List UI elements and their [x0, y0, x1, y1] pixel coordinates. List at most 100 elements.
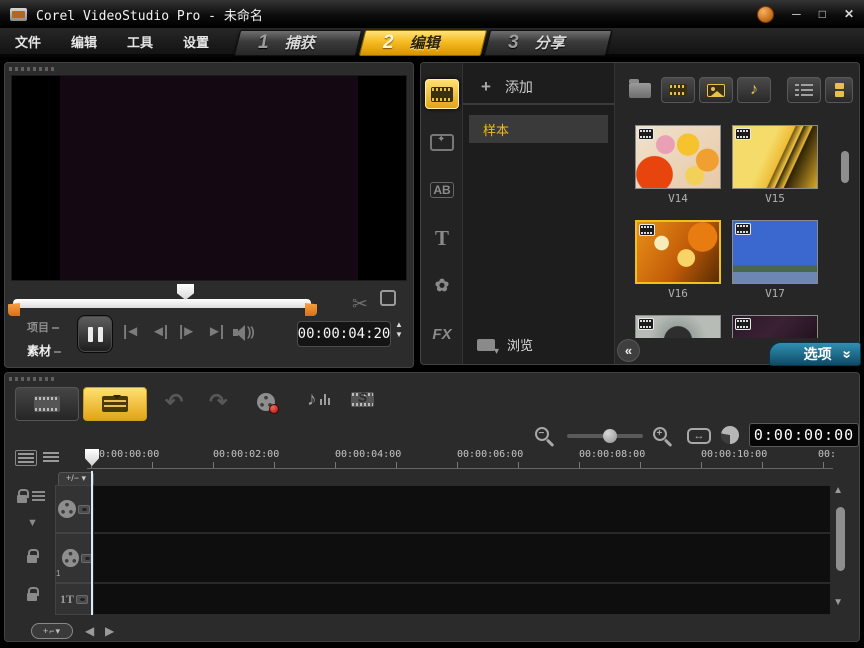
- title-lock-icon[interactable]: [27, 587, 37, 601]
- trim-bar[interactable]: [13, 299, 311, 308]
- timecode-spinner[interactable]: ▲ ▼: [395, 321, 403, 339]
- menu-settings[interactable]: 设置: [168, 27, 224, 56]
- ruler-tick-label: 00:00:02:00: [213, 449, 279, 460]
- corel-ball-icon[interactable]: [757, 6, 774, 23]
- clip-thumbnail-partial[interactable]: [732, 315, 818, 338]
- import-folder-icon[interactable]: [629, 83, 651, 98]
- end-button[interactable]: ►|: [207, 323, 222, 340]
- timeline-view-button[interactable]: [83, 387, 147, 421]
- scrubber-handle[interactable]: [177, 284, 194, 300]
- video-track-header[interactable]: [55, 485, 93, 533]
- record-capture-button[interactable]: [257, 393, 275, 411]
- ride-lock-group[interactable]: [17, 489, 45, 503]
- auto-music-button[interactable]: S: [351, 392, 374, 407]
- storyboard-view-button[interactable]: [15, 387, 79, 421]
- undo-button[interactable]: ↶: [165, 389, 183, 415]
- record-dot-icon: [269, 404, 279, 414]
- home-button[interactable]: |◄: [123, 323, 138, 340]
- track-list-icon[interactable]: [43, 450, 59, 464]
- timeline-ruler[interactable]: 00:00:00:00 00:00:02:00 00:00:04:00 00:0…: [5, 447, 859, 471]
- panel-grip: [9, 377, 57, 381]
- tab-titles[interactable]: T: [425, 223, 459, 253]
- overlay-lock-icon[interactable]: [27, 549, 37, 563]
- track-visibility-icon[interactable]: [76, 595, 88, 604]
- menu-tools[interactable]: 工具: [112, 27, 168, 56]
- timeline-zoom-slider[interactable]: [567, 434, 643, 438]
- tab-capture[interactable]: 1捕获: [234, 30, 362, 56]
- timeline-timecode[interactable]: 0:00:00:00: [749, 423, 859, 447]
- menu-edit[interactable]: 编辑: [56, 27, 112, 56]
- volume-icon[interactable]: )): [233, 324, 259, 341]
- browse-button[interactable]: 浏览: [477, 335, 533, 354]
- overlay-track-header[interactable]: 1: [55, 533, 93, 583]
- spin-down-icon[interactable]: ▼: [395, 331, 403, 339]
- tab-media-library[interactable]: [425, 79, 459, 109]
- tab-instant-project[interactable]: [425, 127, 459, 157]
- gutter-collapse-icon[interactable]: ▼: [27, 517, 38, 529]
- minimize-button[interactable]: ─: [792, 8, 801, 20]
- clip-thumbnail-v17[interactable]: [732, 220, 818, 284]
- options-button[interactable]: 选项 «: [769, 342, 861, 366]
- tab-edit[interactable]: 2编辑: [359, 30, 487, 56]
- tab-transitions[interactable]: AB: [425, 175, 459, 205]
- prev-frame-button[interactable]: ◄|: [151, 323, 166, 340]
- fit-timeline-button[interactable]: ↔: [687, 428, 711, 444]
- preview-panel: ✂ 项目 素材 |◄ ◄| |► ►| )) 00:00:04:20 ▲ ▼: [4, 62, 414, 368]
- menu-file[interactable]: 文件: [0, 27, 56, 56]
- add-folder-button[interactable]: + 添加: [463, 71, 614, 105]
- spin-up-icon[interactable]: ▲: [395, 321, 403, 329]
- clip-thumbnail-v16-selected[interactable]: [635, 220, 721, 284]
- zoom-in-button[interactable]: +: [653, 427, 675, 449]
- gallery-scrollbar[interactable]: [841, 151, 849, 183]
- title-track[interactable]: [93, 583, 831, 615]
- filter-audio-button[interactable]: ♪: [737, 77, 771, 103]
- thumbnail-view-button[interactable]: [825, 77, 853, 103]
- sound-mixer-button[interactable]: ♪: [307, 389, 317, 411]
- trim-start-handle[interactable]: [8, 303, 20, 316]
- overlay-track[interactable]: [93, 533, 831, 583]
- list-view-button[interactable]: [787, 77, 821, 103]
- filter-photo-button[interactable]: [699, 77, 733, 103]
- add-remove-track-button[interactable]: +/− ▾: [58, 472, 94, 485]
- library-folder-sample[interactable]: 样本: [469, 115, 608, 143]
- split-clip-icon[interactable]: ✂: [352, 293, 368, 316]
- title-track-header[interactable]: 1T: [55, 583, 93, 615]
- collapse-library-button[interactable]: «: [617, 339, 640, 362]
- thumbnail-label: V15: [732, 192, 818, 205]
- next-frame-button[interactable]: |►: [179, 323, 194, 340]
- lock-icon[interactable]: [17, 495, 27, 503]
- scroll-left-button[interactable]: ◀: [85, 624, 94, 638]
- project-duration-icon[interactable]: [721, 426, 739, 444]
- scrollbar-up-button[interactable]: ▲: [833, 485, 843, 496]
- zoom-slider-thumb[interactable]: [603, 429, 617, 443]
- tab-share[interactable]: 3分享: [484, 30, 612, 56]
- track-manager-icon[interactable]: [15, 450, 37, 466]
- timeline-scrollbar-thumb[interactable]: [836, 507, 845, 571]
- clip-thumbnail-v14[interactable]: [635, 125, 721, 189]
- tab-share-num: 3: [508, 32, 519, 54]
- track-list-mini-icon[interactable]: [32, 489, 45, 503]
- trim-end-handle[interactable]: [305, 303, 317, 316]
- redo-button[interactable]: ↷: [209, 389, 227, 415]
- preview-timecode[interactable]: 00:00:04:20: [297, 321, 391, 347]
- tab-graphics[interactable]: ✿: [425, 271, 459, 301]
- track-visibility-icon[interactable]: [78, 505, 90, 514]
- ripple-edit-button[interactable]: +⌐▾: [31, 623, 73, 639]
- mode-clip-label[interactable]: 素材: [27, 342, 61, 359]
- pause-button[interactable]: [77, 315, 113, 353]
- clip-thumbnail-v15[interactable]: [732, 125, 818, 189]
- thumbnail-view-icon: [835, 81, 844, 99]
- mode-project-label[interactable]: 项目: [27, 319, 61, 335]
- scroll-right-button[interactable]: ▶: [105, 624, 114, 638]
- video-track[interactable]: [93, 485, 831, 533]
- clip-thumbnail-partial[interactable]: [635, 315, 721, 338]
- tab-filters[interactable]: FX: [425, 319, 459, 349]
- close-button[interactable]: ✕: [844, 8, 854, 20]
- playhead-line[interactable]: [91, 471, 93, 615]
- filter-video-button[interactable]: [661, 77, 695, 103]
- overlay-number: 1: [56, 569, 60, 578]
- maximize-button[interactable]: □: [819, 8, 826, 20]
- enlarge-preview-icon[interactable]: [384, 294, 396, 306]
- zoom-out-button[interactable]: −: [535, 427, 557, 449]
- scrollbar-down-button[interactable]: ▼: [833, 597, 843, 608]
